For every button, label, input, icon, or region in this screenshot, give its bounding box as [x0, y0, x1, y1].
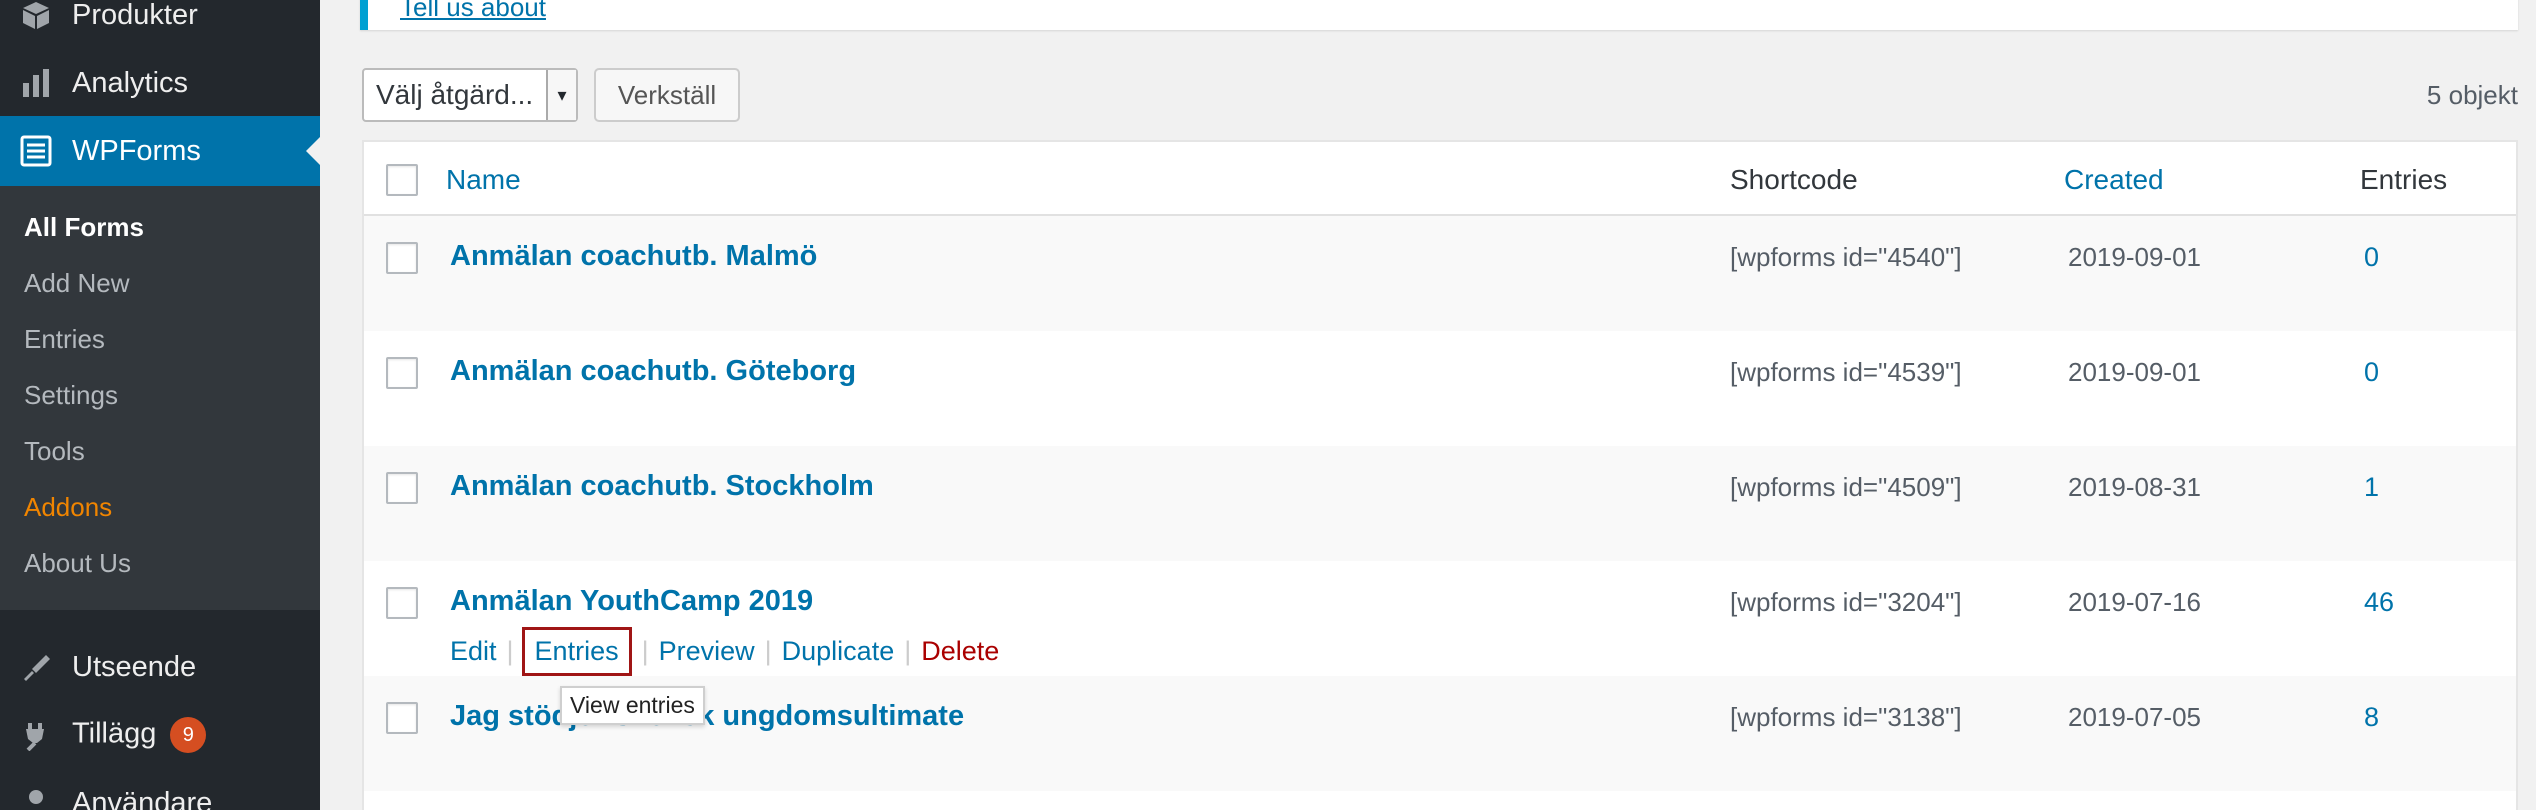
entries-count-link[interactable]: 1	[2364, 472, 2379, 503]
table-row: Anmälan coachutb. Malmö [wpforms id="454…	[364, 216, 2516, 331]
submenu-add-new[interactable]: Add New	[24, 268, 130, 299]
table-row: Anmälan coachutb. Göteborg [wpforms id="…	[364, 331, 2516, 446]
created-cell: 2019-08-31	[2068, 472, 2201, 502]
delete-link[interactable]: Delete	[921, 636, 999, 667]
action-separator: |	[506, 636, 514, 666]
entries-count-link[interactable]: 8	[2364, 702, 2379, 733]
menu-label: Analytics	[72, 66, 189, 99]
admin-notice: Tell us about	[360, 0, 2518, 30]
submenu-entries[interactable]: Entries	[24, 324, 105, 355]
menu-item-produkter[interactable]: Produkter	[0, 0, 320, 40]
submenu-addons[interactable]: Addons	[24, 492, 112, 523]
column-header-entries: Entries	[2360, 164, 2448, 195]
form-title-link[interactable]: Anmälan coachutb. Göteborg	[450, 355, 856, 388]
submenu-about-us[interactable]: About Us	[24, 548, 131, 579]
shortcode-cell: [wpforms id="3204"]	[1730, 587, 1962, 617]
products-icon	[18, 0, 54, 33]
table-header: Name Shortcode Created Entries	[364, 142, 2516, 216]
shortcode-cell: [wpforms id="4539"]	[1730, 357, 1962, 387]
select-all-checkbox[interactable]	[386, 164, 418, 196]
analytics-icon	[18, 65, 54, 101]
created-cell: 2019-07-05	[2068, 702, 2201, 732]
entries-count-link[interactable]: 46	[2364, 587, 2394, 618]
row-checkbox[interactable]	[386, 587, 418, 619]
form-title-link[interactable]: Anmälan coachutb. Malmö	[450, 240, 817, 273]
created-cell: 2019-09-01	[2068, 242, 2201, 272]
entries-count-link[interactable]: 0	[2364, 242, 2379, 273]
form-title-link[interactable]: Anmälan coachutb. Stockholm	[450, 470, 874, 503]
bulk-action-select[interactable]: Välj åtgärd... ▾	[362, 68, 578, 122]
entries-link[interactable]: Entries	[521, 627, 632, 676]
admin-sidebar: Produkter Analytics WPForms All Forms Ad…	[0, 0, 320, 810]
duplicate-link[interactable]: Duplicate	[782, 636, 895, 667]
row-checkbox[interactable]	[386, 242, 418, 274]
table-row: Anmälan coachutb. Stockholm [wpforms id=…	[364, 446, 2516, 561]
column-header-shortcode: Shortcode	[1730, 164, 1858, 195]
form-title-link[interactable]: Jag stödjer Svensk ungdomsultimate	[450, 700, 964, 733]
tillagg-icon	[18, 717, 54, 753]
utseende-icon	[18, 649, 54, 685]
edit-link[interactable]: Edit	[450, 636, 497, 667]
menu-item-utseende[interactable]: Utseende	[0, 642, 320, 692]
notice-link[interactable]: Tell us about	[400, 0, 546, 23]
bulk-action-value: Välj åtgärd...	[376, 79, 534, 110]
apply-button[interactable]: Verkställ	[594, 68, 740, 122]
menu-label: Produkter	[72, 0, 198, 31]
table-row: Anmälan YouthCamp 2019 Edit | Entries | …	[364, 561, 2516, 676]
entries-tooltip: View entries	[560, 686, 705, 725]
created-cell: 2019-07-16	[2068, 587, 2201, 617]
row-checkbox[interactable]	[386, 702, 418, 734]
entries-count-link[interactable]: 0	[2364, 357, 2379, 388]
created-cell: 2019-09-01	[2068, 357, 2201, 387]
item-count: 5 objekt	[2426, 80, 2518, 110]
menu-item-anvandare[interactable]: Användare	[0, 778, 320, 810]
shortcode-cell: [wpforms id="3138"]	[1730, 702, 1962, 732]
column-header-name[interactable]: Name	[446, 164, 521, 196]
update-count-badge: 9	[170, 717, 207, 753]
shortcode-cell: [wpforms id="4540"]	[1730, 242, 1962, 272]
row-checkbox[interactable]	[386, 357, 418, 389]
preview-link[interactable]: Preview	[659, 636, 755, 667]
menu-item-tillagg[interactable]: Tillägg 9	[0, 710, 320, 760]
menu-item-wpforms[interactable]: WPForms	[0, 116, 320, 186]
chevron-down-icon: ▾	[546, 70, 576, 120]
action-separator: |	[641, 636, 649, 666]
menu-label: Utseende	[72, 650, 197, 683]
submenu-all-forms[interactable]: All Forms	[24, 212, 144, 243]
row-checkbox[interactable]	[386, 472, 418, 504]
form-title-link[interactable]: Anmälan YouthCamp 2019	[450, 585, 813, 618]
menu-label: Användare	[72, 786, 213, 810]
row-actions: Edit | Entries | Preview | Duplicate | D…	[450, 627, 999, 676]
wpforms-icon	[18, 133, 54, 169]
submenu-settings[interactable]: Settings	[24, 380, 118, 411]
anvandare-icon	[18, 785, 54, 810]
column-header-created[interactable]: Created	[2064, 164, 2164, 196]
shortcode-cell: [wpforms id="4509"]	[1730, 472, 1962, 502]
menu-label: WPForms	[72, 134, 201, 167]
submenu-tools[interactable]: Tools	[24, 436, 85, 467]
action-separator: |	[904, 636, 912, 666]
action-separator: |	[764, 636, 772, 666]
menu-item-analytics[interactable]: Analytics	[0, 58, 320, 108]
wpforms-submenu: All Forms Add New Entries Settings Tools…	[0, 186, 320, 610]
menu-label: Tillägg 9	[72, 717, 207, 753]
